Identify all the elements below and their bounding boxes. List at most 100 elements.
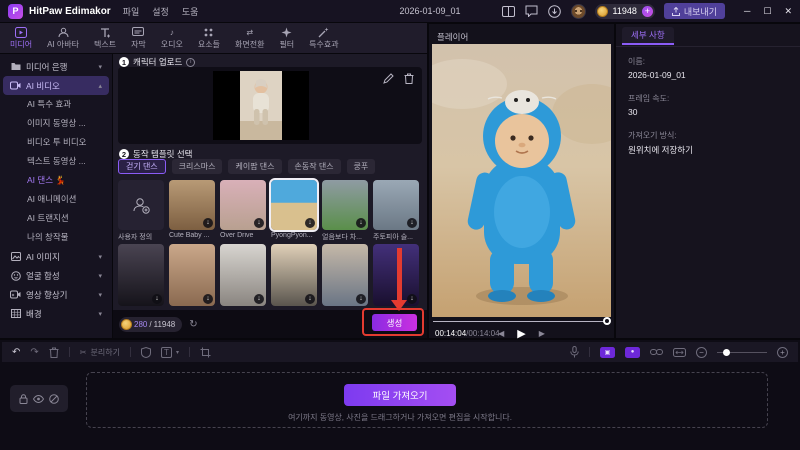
sidebar-item-ai-transition[interactable]: AI 트랜지션	[0, 209, 112, 228]
sidebar-item-my-creations[interactable]: 나의 창작물	[0, 228, 112, 247]
zoom-in-button[interactable]: +	[777, 346, 788, 358]
download-icon[interactable]: ↓	[305, 294, 315, 304]
delete-clip-icon[interactable]	[49, 347, 59, 358]
show-track-icon[interactable]	[32, 394, 44, 403]
coin-balance-pill[interactable]: 11948 +	[594, 3, 655, 19]
download-icon[interactable]: ↓	[254, 294, 264, 304]
character-upload-area[interactable]	[118, 67, 422, 144]
menu-settings[interactable]: 설정	[152, 5, 169, 18]
sidebar-item-image-to-video[interactable]: 이미지 동영상 ...	[0, 114, 112, 133]
template-dance-6[interactable]: ↓	[373, 244, 419, 306]
download-icon[interactable]: ↓	[254, 218, 264, 228]
download-icon[interactable]: ↓	[203, 294, 213, 304]
tab-details[interactable]: 세부 사항	[622, 27, 674, 45]
refresh-icon[interactable]: ↻	[189, 319, 197, 330]
sidebar-item-ai-animation[interactable]: AI 애니메이션	[0, 190, 112, 209]
import-file-button[interactable]: 파일 가져오기	[344, 384, 456, 406]
download-icon[interactable]: ↓	[407, 294, 417, 304]
tab-audio[interactable]: ♪ 오디오	[161, 26, 183, 50]
zoom-out-button[interactable]: −	[696, 346, 707, 358]
scrubber-knob[interactable]	[603, 317, 611, 325]
chevron-down-icon[interactable]: ▾	[98, 310, 102, 318]
info-icon[interactable]: i	[186, 57, 196, 67]
category-tab-kungfu[interactable]: 쿵푸	[346, 159, 376, 174]
tab-filters[interactable]: 필터	[279, 26, 294, 50]
magnet-toggle-icon[interactable]: ▣	[600, 346, 615, 358]
sidebar-item-ai-dance[interactable]: AI 댄스 💃	[0, 171, 112, 190]
template-dance-1[interactable]: ↓	[118, 244, 164, 306]
tab-transitions[interactable]: ⇄ 화면전환	[235, 26, 264, 50]
category-tab-hand-dance[interactable]: 손동작 댄스	[287, 159, 341, 174]
maximize-button[interactable]: ☐	[763, 6, 771, 17]
chevron-down-icon[interactable]: ▾	[98, 291, 102, 299]
play-button[interactable]: ▶	[517, 327, 525, 340]
category-tab-kpop-dance[interactable]: 케이팝 댄스	[228, 159, 282, 174]
sidebar-item-video-enhancer[interactable]: 영상 향상기 ▾	[3, 285, 109, 304]
chevron-down-icon[interactable]: ▾	[98, 253, 102, 261]
player-scrubber[interactable]	[433, 321, 606, 322]
crop-shield-icon[interactable]	[140, 346, 151, 358]
split-button[interactable]: ✂ 분리하기	[80, 347, 120, 358]
category-tab-walking-dance[interactable]: 걷기 댄스	[118, 159, 166, 174]
chevron-down-icon[interactable]: ▾	[98, 63, 102, 71]
previous-frame-button[interactable]: ◀	[498, 329, 504, 338]
tab-media[interactable]: 미디어	[10, 26, 32, 50]
download-icon[interactable]: ↓	[305, 218, 315, 228]
category-tab-christmas[interactable]: 크리스마스	[171, 159, 223, 174]
user-avatar[interactable]	[570, 3, 586, 19]
generate-button[interactable]: 생성	[372, 314, 417, 331]
tab-effects[interactable]: 특수효과	[309, 26, 339, 50]
template-cute-baby[interactable]: ↓	[169, 180, 215, 230]
tab-subtitles[interactable]: 자막	[131, 26, 146, 50]
sidebar-item-media-bank[interactable]: 미디어 은행 ▾	[3, 57, 109, 76]
sidebar-item-ai-image[interactable]: AI 이미지 ▾	[3, 247, 109, 266]
text-tool-button[interactable]: T ▾	[160, 346, 179, 358]
download-icon[interactable]: ↓	[356, 294, 366, 304]
tab-text[interactable]: 텍스트	[94, 26, 116, 50]
mute-track-icon[interactable]	[49, 393, 60, 404]
template-zootopia[interactable]: ↓	[373, 180, 419, 230]
sidebar-item-face-swap[interactable]: 얼굴 합성 ▾	[3, 266, 109, 285]
download-icon[interactable]: ↓	[407, 218, 417, 228]
tab-ai-avatar[interactable]: AI 아바타	[47, 26, 79, 50]
template-colder-than-ice[interactable]: ↓	[322, 180, 368, 230]
chevron-up-icon[interactable]: ▴	[98, 82, 102, 90]
tab-elements[interactable]: 요소들	[198, 26, 220, 50]
template-dance-4[interactable]: ↓	[271, 244, 317, 306]
template-custom[interactable]	[118, 180, 164, 230]
template-dance-2[interactable]: ↓	[169, 244, 215, 306]
edit-character-icon[interactable]	[383, 73, 394, 84]
video-preview[interactable]	[432, 44, 611, 317]
sidebar-item-ai-video[interactable]: AI 비디오 ▴	[3, 76, 109, 95]
sidebar-item-ai-effects[interactable]: AI 특수 효과	[0, 95, 112, 114]
menu-file[interactable]: 파일	[123, 5, 140, 18]
microphone-icon[interactable]	[570, 346, 579, 358]
template-pyongpyon[interactable]: ↓	[269, 178, 319, 232]
minimize-button[interactable]: ─	[744, 6, 750, 17]
chevron-down-icon[interactable]: ▾	[98, 272, 102, 280]
sidebar-item-background[interactable]: 배경 ▾	[3, 304, 109, 323]
menu-help[interactable]: 도움	[182, 5, 199, 18]
linking-toggle-icon[interactable]: ●	[625, 346, 640, 358]
close-button[interactable]: ✕	[784, 6, 792, 17]
template-dance-5[interactable]: ↓	[322, 244, 368, 306]
sidebar-item-text-to-video[interactable]: 텍스트 동영상 ...	[0, 152, 112, 171]
lock-track-icon[interactable]	[19, 393, 28, 404]
delete-character-icon[interactable]	[404, 73, 414, 84]
add-coins-button[interactable]: +	[641, 5, 653, 17]
download-icon[interactable]: ↓	[356, 218, 366, 228]
zoom-slider[interactable]	[717, 348, 767, 356]
template-over-drive[interactable]: ↓	[220, 180, 266, 230]
download-icon[interactable]: ↓	[152, 294, 162, 304]
link-icon[interactable]	[650, 348, 663, 356]
undo-button[interactable]: ↶	[12, 347, 20, 358]
template-dance-3[interactable]: ↓	[220, 244, 266, 306]
zoom-slider-knob[interactable]	[723, 348, 730, 356]
crop-frame-icon[interactable]	[200, 347, 211, 358]
redo-button[interactable]: ↷	[30, 347, 38, 358]
next-frame-button[interactable]: ▶	[539, 329, 545, 338]
download-icon[interactable]: ↓	[203, 218, 213, 228]
fit-timeline-icon[interactable]	[673, 347, 686, 357]
sidebar-item-video-to-video[interactable]: 비디오 투 비디오	[0, 133, 112, 152]
export-button[interactable]: 내보내기	[663, 3, 725, 19]
